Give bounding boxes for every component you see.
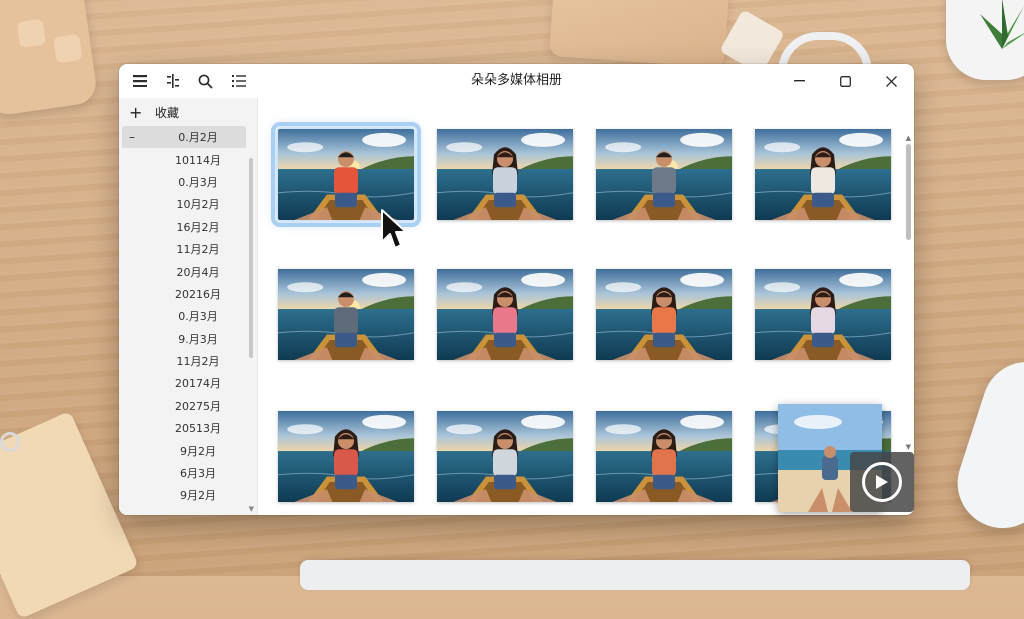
sidebar-date-label: 20174月	[175, 377, 221, 391]
minimize-icon	[793, 80, 805, 82]
sidebar-date-label: 0.月2月	[178, 131, 218, 145]
sidebar-date-label: 0.月3月	[178, 175, 218, 189]
photo-thumbnail[interactable]	[278, 269, 414, 360]
sidebar-date-label: 16月2月	[176, 220, 220, 234]
sidebar-date-item[interactable]: 9月2月	[119, 484, 257, 506]
minimize-button[interactable]	[776, 64, 822, 98]
sidebar-date-item[interactable]: 10114月	[119, 148, 257, 170]
sidebar-date-label: 10月2月	[176, 198, 220, 212]
sidebar-date-item[interactable]: 6月3月	[119, 462, 257, 484]
close-icon	[885, 75, 897, 87]
sidebar-date-label: 20月4月	[176, 265, 220, 279]
sidebar-date-label: 11月2月	[176, 243, 220, 257]
sidebar-date-label: 20513月	[175, 422, 221, 436]
sidebar-date-label: 10114月	[175, 153, 221, 167]
sidebar-date-label: 9月2月	[180, 489, 216, 503]
sidebar-favorites[interactable]: + 收藏	[119, 98, 257, 126]
mouse-cursor-icon	[381, 209, 406, 249]
photo-thumbnail[interactable]	[437, 411, 573, 502]
sidebar-date-item[interactable]: 20513月	[119, 417, 257, 439]
sidebar-date-item[interactable]: 11月2月	[119, 350, 257, 372]
sidebar-date-label: 9月2月	[180, 444, 216, 458]
title-bar: 朵朵多媒体相册	[119, 64, 914, 98]
play-button[interactable]	[850, 452, 914, 512]
photo-thumbnail[interactable]	[437, 129, 573, 220]
grid-scrollbar[interactable]	[906, 144, 911, 240]
photo-thumbnail[interactable]	[596, 269, 732, 360]
timeline-icon[interactable]	[156, 64, 189, 98]
sidebar: + 收藏 – 0.月2月 10114月 0.月3月 10月2月 16月2月 11月2月 20月…	[119, 98, 258, 515]
sidebar-date-item[interactable]: 0.月3月	[119, 305, 257, 327]
sidebar-date-item[interactable]: 9.月3月	[119, 328, 257, 350]
close-button[interactable]	[868, 64, 914, 98]
add-icon[interactable]: +	[129, 103, 155, 122]
sidebar-date-item[interactable]: 20216月	[119, 283, 257, 305]
sidebar-date-item[interactable]: 0.月3月	[119, 171, 257, 193]
sidebar-date-item[interactable]: 20174月	[119, 372, 257, 394]
sidebar-date-label: 6月3月	[180, 467, 216, 481]
play-icon	[862, 462, 902, 502]
sidebar-date-item[interactable]: 20275月	[119, 395, 257, 417]
photo-thumbnail[interactable]	[437, 269, 573, 360]
list-icon[interactable]	[222, 64, 255, 98]
maximize-icon	[839, 75, 851, 87]
toolbar	[123, 64, 255, 98]
sidebar-scroll-down-icon[interactable]: ▼	[249, 505, 254, 513]
sidebar-favorites-label: 收藏	[155, 105, 180, 120]
sidebar-scrollbar[interactable]	[249, 158, 253, 358]
collapse-icon[interactable]: –	[129, 130, 152, 144]
tablet-device	[0, 0, 99, 118]
sidebar-date-label: 20275月	[175, 399, 221, 413]
sidebar-date-item[interactable]: 10月2月	[119, 193, 257, 215]
photo-thumbnail[interactable]	[596, 411, 732, 502]
photo-thumbnail[interactable]	[271, 122, 421, 227]
sidebar-date-item[interactable]: 9月2月	[119, 439, 257, 461]
sidebar-date-list: – 0.月2月 10114月 0.月3月 10月2月 16月2月 11月2月 20月4月 202…	[119, 126, 257, 507]
scroll-down-icon[interactable]: ▼	[906, 443, 911, 451]
photo-thumbnail[interactable]	[596, 129, 732, 220]
sidebar-date-item[interactable]: – 0.月2月	[122, 126, 246, 149]
plant-leaves	[980, 0, 1024, 49]
sidebar-date-label: 0.月3月	[178, 310, 218, 324]
scroll-up-icon[interactable]: ▲	[906, 134, 911, 142]
photo-thumbnail[interactable]	[755, 269, 891, 360]
sidebar-date-label: 20216月	[175, 287, 221, 301]
window-controls	[776, 64, 914, 98]
sidebar-date-item[interactable]: 16月2月	[119, 216, 257, 238]
menu-icon[interactable]	[123, 64, 156, 98]
sidebar-date-label: 11月2月	[176, 355, 220, 369]
search-icon[interactable]	[189, 64, 222, 98]
sidebar-date-item[interactable]: 20月4月	[119, 260, 257, 282]
maximize-button[interactable]	[822, 64, 868, 98]
photo-thumbnail[interactable]	[755, 129, 891, 220]
keyboard	[300, 560, 970, 590]
photo-thumbnail[interactable]	[278, 411, 414, 502]
notebook-ring	[0, 432, 20, 452]
sidebar-date-item[interactable]: 11月2月	[119, 238, 257, 260]
sidebar-date-label: 9.月3月	[178, 332, 218, 346]
